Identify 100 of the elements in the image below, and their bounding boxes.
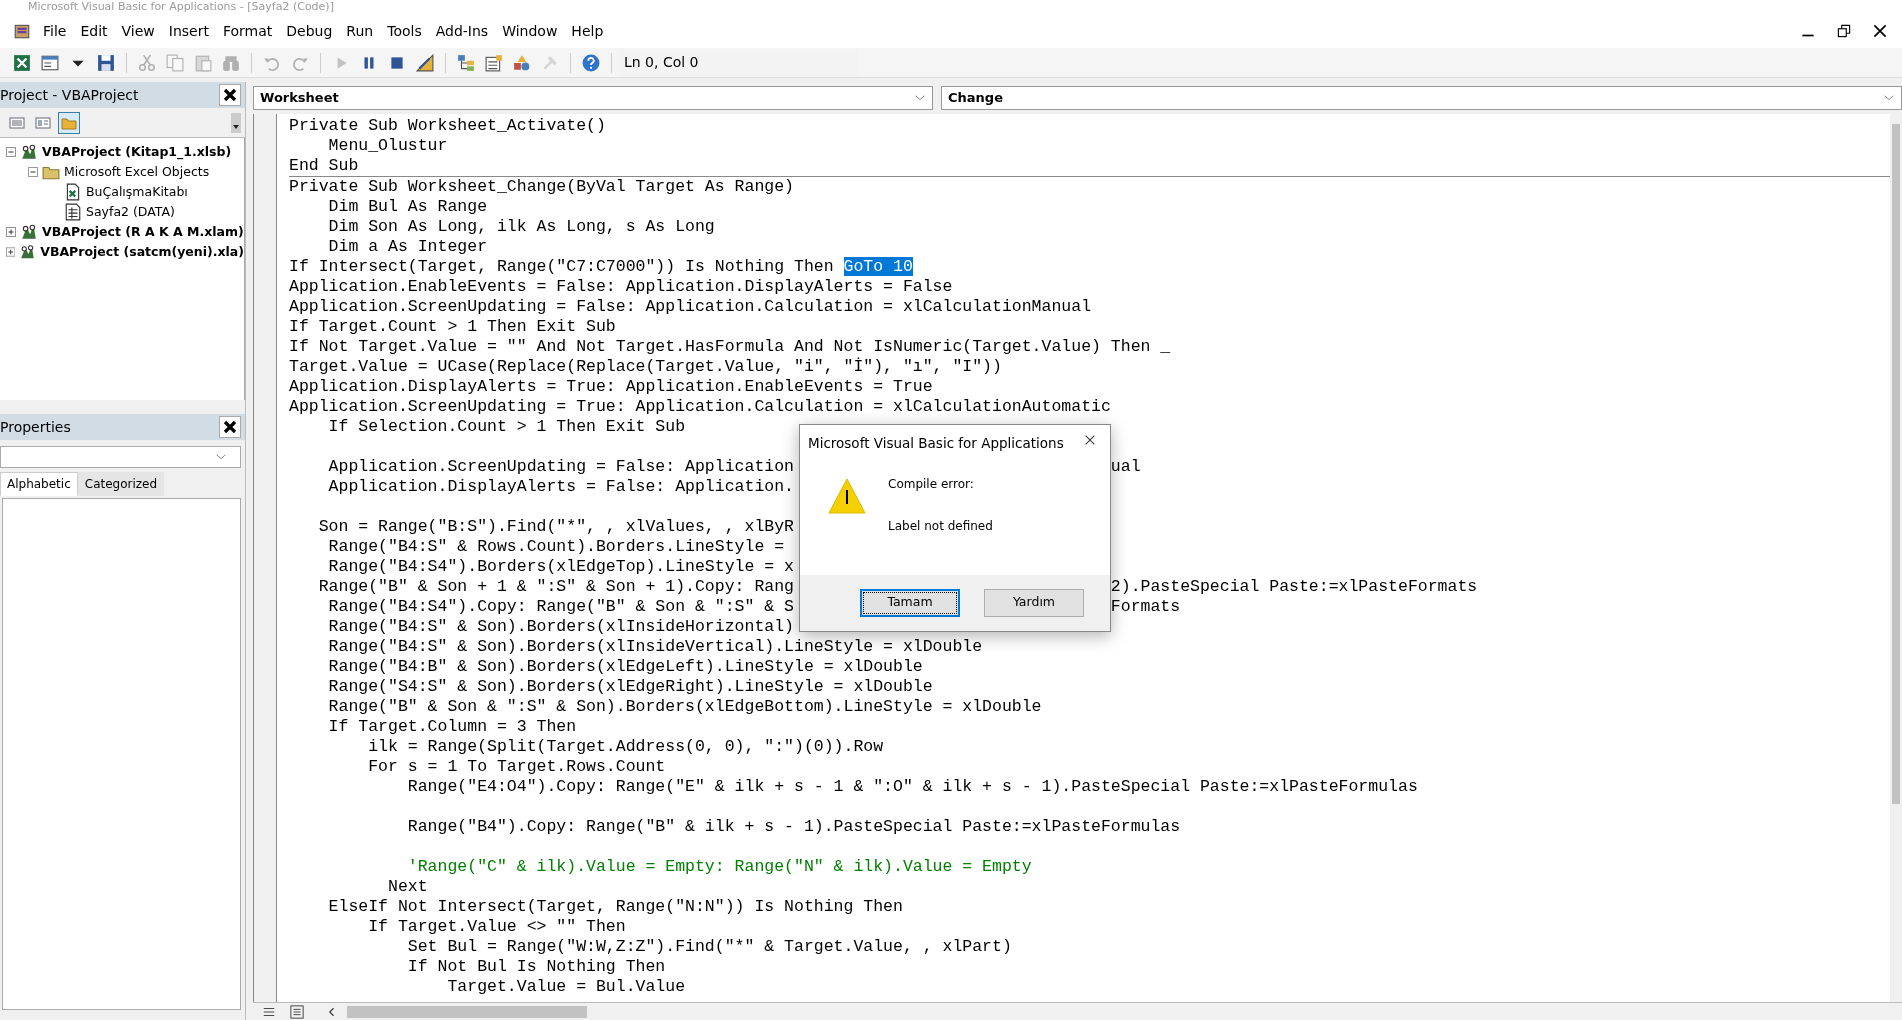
code-line: Son = Range("B:S").Find("*", , xlValues, , xlByR [317, 517, 794, 536]
code-line: Range("B4:S" & Rows.Count).Borders.LineStyle = [327, 537, 785, 556]
worksheet-icon [64, 203, 82, 221]
collapse-icon[interactable] [28, 167, 38, 177]
code-line: Application.DisplayAlerts = False: Application. [327, 477, 794, 496]
code-line: Application.ScreenUpdating = True: Application.Calculation = xlCalculationAutomatic [289, 397, 1111, 416]
shapes-icon[interactable] [513, 53, 531, 72]
menu-item[interactable]: Run [339, 18, 381, 44]
menu-item[interactable]: Help [564, 18, 611, 44]
window-title: Microsoft Visual Basic for Applications - [Sayfa2 (Code)] [28, 0, 334, 14]
dropdown-value: Change [948, 89, 1003, 108]
tab[interactable]: Alphabetic [0, 472, 78, 496]
tree-view-icon[interactable] [457, 53, 475, 72]
expand-icon[interactable] [6, 227, 16, 237]
menu-item[interactable]: Window [495, 18, 565, 44]
code-line: Range("B" & Son & ":S" & Son).Borders(xlEdgeBottom).LineStyle = xlDouble [327, 697, 1042, 716]
menu-item[interactable]: Edit [73, 18, 115, 44]
tree-item[interactable]: Microsoft Excel Objects [64, 162, 210, 182]
code-line: If Not Target.Value = "" And Not Target.HasFormula And Not IsNumeric(Target.Value) Then _ [289, 337, 1171, 356]
tree-item[interactable]: VBAProject (R A K A M.xlam) [42, 222, 244, 242]
menu-item[interactable]: Insert [161, 18, 216, 44]
tree-item[interactable]: Sayfa2 (DATA) [86, 202, 175, 222]
tree-item[interactable]: VBAProject (satcm(yeni).xla) [40, 242, 244, 262]
code-fragment: ual [1110, 457, 1141, 476]
dialog-button[interactable]: Tamam [860, 588, 960, 617]
close-icon[interactable] [219, 416, 241, 438]
menu-item[interactable]: Tools [380, 18, 429, 44]
code-line: If Not Bul Is Nothing Then [406, 957, 666, 976]
code-line: Private Sub Worksheet_Activate() [289, 116, 606, 135]
code-line: End Sub [289, 156, 359, 175]
project-icon [19, 243, 37, 261]
code-line: Range("B4:S4").Copy: Range("B" & Son & ":S" & S [327, 597, 794, 616]
code-fragment: 2).PasteSpecial Paste:=xlPasteFormats [1110, 577, 1478, 596]
code-line: Application.EnableEvents = False: Application.DisplayAlerts = False [289, 277, 953, 296]
workbook-icon [64, 183, 82, 201]
ruler-icon[interactable] [416, 53, 434, 72]
collapse-icon[interactable] [6, 147, 16, 157]
tab[interactable]: Categorized [77, 472, 165, 496]
close-icon[interactable] [219, 84, 241, 106]
pane-title: Properties [0, 417, 71, 437]
code-line: Application.DisplayAlerts = True: Application.EnableEvents = True [289, 377, 933, 396]
error-heading: Compile error: [888, 476, 975, 494]
code-line: Set Bul = Range("W:W,Z:Z").Find("*" & Target.Value, , xlPart) [406, 937, 1012, 956]
overflow-icon[interactable] [231, 112, 241, 133]
code-line: If Target.Count > 1 Then Exit Sub [289, 317, 616, 336]
pane-title: Project - VBAProject [0, 85, 139, 105]
code-line: Dim Son As Long, ilk As Long, s As Long [327, 217, 715, 236]
procedure-dropdown[interactable]: Change [941, 86, 1902, 110]
object-dropdown[interactable]: Worksheet [253, 86, 933, 110]
dialog-title: Microsoft Visual Basic for Applications [808, 434, 1064, 453]
warning-icon [827, 477, 867, 516]
code-line: Application.ScreenUpdating = False: Application [327, 457, 794, 476]
menu-item[interactable]: Add-Ins [428, 18, 496, 44]
code-comment: 'Range("C" & ilk).Value = Empty: Range("N" & ilk).Value = Empty [406, 857, 1032, 876]
code-line: Range("S4:S" & Son).Borders(xlEdgeRight).LineStyle = xlDouble [327, 677, 933, 696]
project-icon [20, 143, 38, 161]
module-view-icon[interactable] [290, 1004, 304, 1019]
code-line: Range("B4").Copy: Range("B" & ilk + s - 1).PasteSpecial Paste:=xlPasteFormulas [406, 817, 1181, 836]
code-fragment: Formats [1110, 597, 1181, 616]
expand-icon[interactable] [6, 247, 16, 257]
tree-item[interactable]: BuÇalışmaKitabı [86, 182, 188, 202]
code-line: Application.ScreenUpdating = False: Application.Calculation = xlCalculationManual [289, 297, 1092, 316]
close-icon[interactable] [1083, 433, 1097, 447]
form-icon[interactable] [41, 53, 59, 72]
menu-item[interactable]: View [114, 18, 162, 44]
help-icon[interactable] [582, 53, 600, 72]
code-line: Next [387, 877, 428, 896]
code-line: Range("B4:S" & Son).Borders(xlInsideHorizontal) [327, 617, 794, 636]
code-line: Menu_Olustur [327, 136, 448, 155]
code-line: Private Sub Worksheet_Change(ByVal Target As Range) [289, 177, 794, 196]
code-line: Dim a As Integer [327, 237, 488, 256]
dialog-button[interactable]: Yardım [984, 588, 1084, 617]
restore-icon[interactable] [1835, 22, 1853, 40]
folder-icon[interactable] [58, 111, 80, 134]
error-message: Label not defined [888, 518, 993, 536]
code-line: Dim Bul As Range [327, 197, 488, 216]
code-line: If Target.Column = 3 Then [327, 717, 577, 736]
code-line: Target.Value = UCase(Replace(Replace(Target.Value, "i", "İ"), "ı", "I")) [289, 357, 1002, 376]
code-line: Range("B4:S4").Borders(xlEdgeTop).LineStyle = x [327, 557, 794, 576]
property-sheet-icon[interactable] [485, 53, 503, 72]
project-icon [20, 223, 38, 241]
tree-item[interactable]: VBAProject (Kitap1_1.xlsb) [42, 142, 232, 162]
code-line: If Intersect(Target, Range("C7:C7000")) Is Nothing Then GoTo 10 [289, 257, 913, 276]
dropdown-value: Worksheet [260, 89, 339, 108]
application-icon[interactable] [13, 22, 31, 40]
spreadsheet-icon[interactable] [13, 53, 31, 72]
code-line: Target.Value = Bul.Value [446, 977, 686, 996]
code-line: ElseIf Not Intersect(Target, Range("N:N")) Is Nothing Then [327, 897, 903, 916]
code-line: For s = 1 To Target.Rows.Count [367, 757, 666, 776]
menu-item[interactable]: File [36, 18, 74, 44]
code-line: If Target.Value <> "" Then [367, 917, 626, 936]
menu-item[interactable]: Debug [279, 18, 340, 44]
close-icon[interactable] [1871, 22, 1889, 40]
code-line: If Selection.Count > 1 Then Exit Sub [327, 417, 686, 436]
code-line: Range("B" & Son + 1 & ":S" & Son + 1).Copy: Rang [317, 577, 794, 596]
code-line: Range("E4:O4").Copy: Range("E" & ilk + s - 1 & ":O" & ilk + s - 1).PasteSpecial Paste:=xlPasteFormulas [406, 777, 1418, 796]
code-line: Range("B4:B" & Son).Borders(xlEdgeLeft).LineStyle = xlDouble [327, 657, 923, 676]
scroll-thumb[interactable] [347, 1005, 587, 1018]
menu-item[interactable]: Format [215, 18, 280, 44]
code-line: ilk = Range(Split(Target.Address(0, 0), ":")(0)).Row [367, 737, 884, 756]
